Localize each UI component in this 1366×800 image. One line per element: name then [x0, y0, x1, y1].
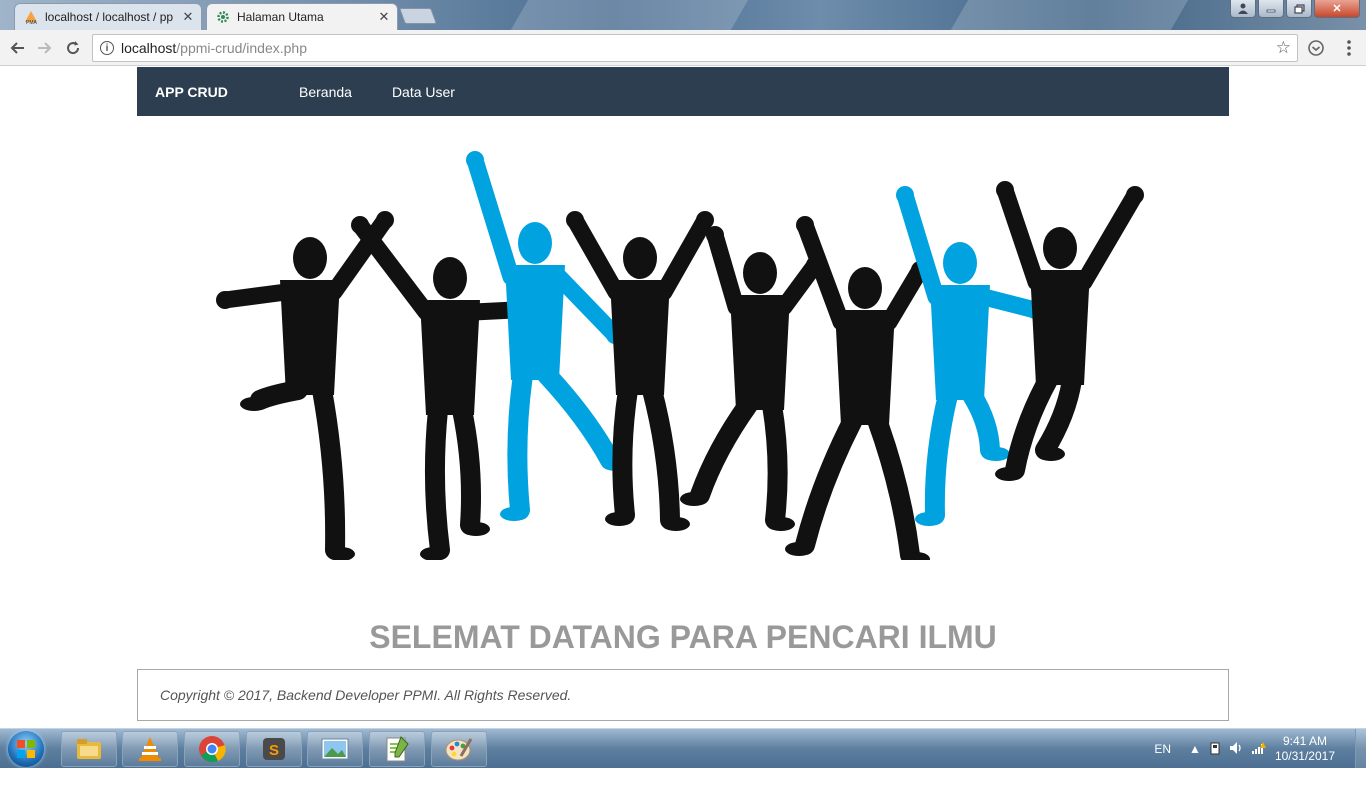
reload-icon[interactable]: [62, 37, 84, 59]
vlc-icon[interactable]: [122, 731, 178, 767]
notepad-plus-icon[interactable]: [369, 731, 425, 767]
paint-icon[interactable]: [431, 731, 487, 767]
footer: Copyright © 2017, Backend Developer PPMI…: [137, 669, 1229, 721]
close-tab-icon[interactable]: ✕: [375, 9, 393, 25]
network-icon[interactable]: [1251, 741, 1267, 758]
back-arrow-icon[interactable]: [6, 37, 28, 59]
photo-viewer-icon[interactable]: [307, 731, 363, 767]
svg-text:S: S: [269, 742, 279, 759]
close-window-button[interactable]: ✕: [1314, 0, 1360, 18]
windows-logo-icon: [17, 740, 35, 758]
windows-taskbar: S EN ▲ 9:41 AM 10/31/2017: [0, 728, 1366, 769]
minimize-button[interactable]: [1258, 0, 1284, 18]
menu-kebab-icon[interactable]: [1338, 37, 1360, 59]
usb-device-icon[interactable]: [1209, 741, 1221, 758]
file-explorer-icon[interactable]: [61, 731, 117, 767]
window-controls: ✕: [1230, 0, 1360, 18]
silhouette-person: [351, 216, 524, 560]
svg-text:PMA: PMA: [26, 20, 38, 25]
title-bar-glare: [948, 0, 1192, 30]
screen-bottom-margin: [0, 768, 1366, 800]
chrome-icon[interactable]: [184, 731, 240, 767]
nav-link-beranda[interactable]: Beranda: [299, 84, 352, 100]
address-bar[interactable]: i localhost/ppmi-crud/index.php ☆: [92, 34, 1298, 62]
copyright-text: Copyright © 2017, Backend Developer PPMI…: [160, 687, 572, 703]
system-tray: EN ▲ 9:41 AM 10/31/2017: [1154, 729, 1366, 769]
url-path: /ppmi-crud/index.php: [176, 40, 308, 56]
silhouette-person: [995, 181, 1144, 481]
gear-icon: [215, 9, 231, 25]
clock-date: 10/31/2017: [1274, 749, 1335, 763]
tab-phpmyadmin[interactable]: PMA localhost / localhost / pp ✕: [14, 3, 202, 30]
extension-icon[interactable]: [1305, 37, 1327, 59]
sublime-text-icon[interactable]: S: [246, 731, 302, 767]
silhouette-person: [466, 151, 630, 521]
tab-title: Halaman Utama: [237, 10, 324, 24]
silhouette-person: [566, 211, 714, 531]
start-button[interactable]: [8, 731, 44, 767]
url-host: localhost: [121, 40, 177, 56]
volume-icon[interactable]: [1229, 741, 1243, 758]
info-icon[interactable]: i: [100, 41, 114, 55]
user-icon[interactable]: [1230, 0, 1256, 18]
browser-toolbar: i localhost/ppmi-crud/index.php ☆: [0, 30, 1366, 66]
silhouette-person: [680, 226, 824, 531]
clock-time: 9:41 AM: [1282, 734, 1327, 748]
close-tab-icon[interactable]: ✕: [179, 9, 197, 25]
tab-title: localhost / localhost / pp: [45, 10, 174, 24]
bookmark-star-icon[interactable]: ☆: [1276, 38, 1291, 58]
language-indicator[interactable]: EN: [1154, 742, 1171, 756]
silhouette-person: [216, 211, 394, 560]
url-text: localhost/ppmi-crud/index.php: [121, 40, 307, 56]
hero-image: [216, 151, 1144, 560]
show-desktop-button[interactable]: [1355, 729, 1366, 769]
brand-logo[interactable]: APP CRUD: [155, 84, 299, 100]
system-clock[interactable]: 9:41 AM 10/31/2017: [1275, 734, 1335, 764]
show-hidden-icons-arrow[interactable]: ▲: [1189, 742, 1201, 756]
welcome-heading: SELEMAT DATANG PARA PENCARI ILMU: [369, 619, 997, 655]
restore-button[interactable]: [1286, 0, 1312, 18]
phpmyadmin-icon: PMA: [23, 9, 39, 25]
new-tab-button[interactable]: [399, 8, 437, 24]
nav-link-data-user[interactable]: Data User: [392, 84, 455, 100]
browser-title-bar: PMA localhost / localhost / pp ✕ Halaman…: [0, 0, 1366, 30]
site-navbar: APP CRUD Beranda Data User: [137, 67, 1229, 116]
forward-arrow-icon[interactable]: [34, 37, 56, 59]
title-bar-glare: [508, 0, 752, 30]
tab-halaman-utama[interactable]: Halaman Utama ✕: [206, 3, 398, 30]
